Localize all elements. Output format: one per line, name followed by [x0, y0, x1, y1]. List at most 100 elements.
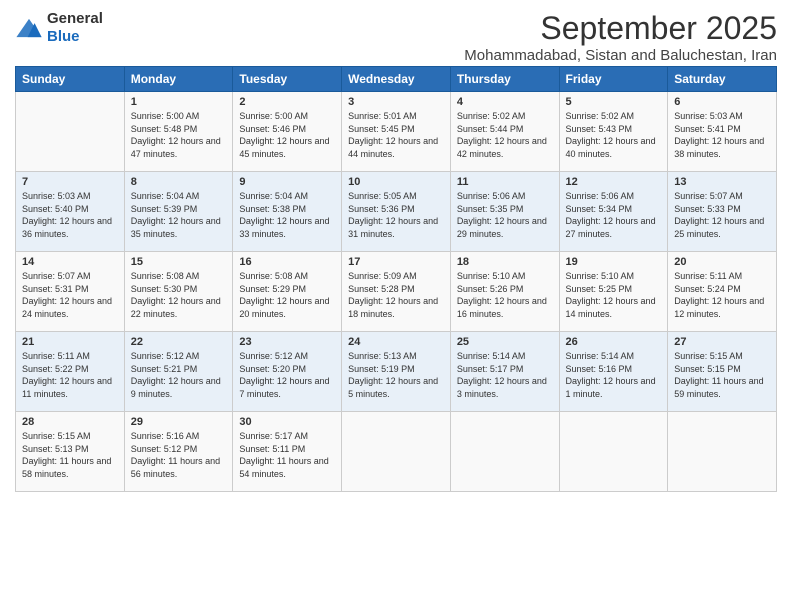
day-info: Sunrise: 5:14 AMSunset: 5:16 PMDaylight:… — [566, 350, 662, 400]
calendar-week-1: 7 Sunrise: 5:03 AMSunset: 5:40 PMDaylight… — [16, 172, 777, 252]
day-info: Sunrise: 5:02 AMSunset: 5:43 PMDaylight:… — [566, 110, 662, 160]
logo: General Blue — [15, 10, 103, 46]
day-number: 5 — [566, 96, 662, 108]
day-info: Sunrise: 5:04 AMSunset: 5:38 PMDaylight:… — [239, 190, 335, 240]
calendar-cell: 16 Sunrise: 5:08 AMSunset: 5:29 PMDayligh… — [233, 252, 342, 332]
day-number: 6 — [674, 96, 770, 108]
calendar-week-4: 28Sunrise: 5:15 AMSunset: 5:13 PMDayligh… — [16, 412, 777, 492]
col-tuesday: Tuesday — [233, 67, 342, 92]
calendar-cell: 7 Sunrise: 5:03 AMSunset: 5:40 PMDaylight… — [16, 172, 125, 252]
day-number: 19 — [566, 256, 662, 268]
calendar-cell: 4 Sunrise: 5:02 AMSunset: 5:44 PMDaylight… — [450, 92, 559, 172]
day-number: 16 — [239, 256, 335, 268]
day-number: 3 — [348, 96, 444, 108]
day-number: 29 — [131, 416, 227, 428]
calendar-cell: 19 Sunrise: 5:10 AMSunset: 5:25 PMDayligh… — [559, 252, 668, 332]
day-number: 9 — [239, 176, 335, 188]
day-number: 10 — [348, 176, 444, 188]
calendar-cell: 12Sunrise: 5:06 AMSunset: 5:34 PMDayligh… — [559, 172, 668, 252]
day-info: Sunrise: 5:12 AMSunset: 5:20 PMDaylight:… — [239, 350, 335, 400]
calendar-cell: 24Sunrise: 5:13 AMSunset: 5:19 PMDayligh… — [342, 332, 451, 412]
calendar-cell: 28Sunrise: 5:15 AMSunset: 5:13 PMDayligh… — [16, 412, 125, 492]
col-monday: Monday — [124, 67, 233, 92]
day-info: Sunrise: 5:01 AMSunset: 5:45 PMDaylight:… — [348, 110, 444, 160]
calendar-cell: 6 Sunrise: 5:03 AMSunset: 5:41 PMDaylight… — [668, 92, 777, 172]
day-info: Sunrise: 5:10 AMSunset: 5:25 PMDaylight:… — [566, 270, 662, 320]
calendar-week-3: 21 Sunrise: 5:11 AMSunset: 5:22 PMDayligh… — [16, 332, 777, 412]
calendar-cell: 1Sunrise: 5:00 AMSunset: 5:48 PMDaylight… — [124, 92, 233, 172]
day-number: 11 — [457, 176, 553, 188]
day-info: Sunrise: 5:02 AMSunset: 5:44 PMDaylight:… — [457, 110, 553, 160]
day-number: 24 — [348, 336, 444, 348]
logo-text: General Blue — [47, 10, 103, 46]
day-info: Sunrise: 5:03 AMSunset: 5:41 PMDaylight:… — [674, 110, 770, 160]
logo-blue: Blue — [47, 28, 80, 45]
calendar-cell: 18 Sunrise: 5:10 AMSunset: 5:26 PMDayligh… — [450, 252, 559, 332]
day-info: Sunrise: 5:10 AMSunset: 5:26 PMDaylight:… — [457, 270, 553, 320]
calendar-table: Sunday Monday Tuesday Wednesday Thursday… — [15, 66, 777, 492]
calendar-cell — [450, 412, 559, 492]
day-info: Sunrise: 5:11 AMSunset: 5:24 PMDaylight:… — [674, 270, 770, 320]
day-info: Sunrise: 5:11 AMSunset: 5:22 PMDaylight:… — [22, 350, 118, 400]
day-info: Sunrise: 5:05 AMSunset: 5:36 PMDaylight:… — [348, 190, 444, 240]
calendar-cell: 10 Sunrise: 5:05 AMSunset: 5:36 PMDayligh… — [342, 172, 451, 252]
day-info: Sunrise: 5:17 AMSunset: 5:11 PMDaylight:… — [239, 430, 335, 480]
calendar-cell: 22 Sunrise: 5:12 AMSunset: 5:21 PMDayligh… — [124, 332, 233, 412]
calendar-cell: 27 Sunrise: 5:15 AMSunset: 5:15 PMDayligh… — [668, 332, 777, 412]
day-number: 12 — [566, 176, 662, 188]
day-number: 22 — [131, 336, 227, 348]
col-thursday: Thursday — [450, 67, 559, 92]
day-info: Sunrise: 5:08 AMSunset: 5:30 PMDaylight:… — [131, 270, 227, 320]
calendar-cell — [342, 412, 451, 492]
logo-general: General — [47, 10, 103, 27]
calendar-cell: 25 Sunrise: 5:14 AMSunset: 5:17 PMDayligh… — [450, 332, 559, 412]
calendar-cell — [16, 92, 125, 172]
day-info: Sunrise: 5:12 AMSunset: 5:21 PMDaylight:… — [131, 350, 227, 400]
col-wednesday: Wednesday — [342, 67, 451, 92]
day-number: 8 — [131, 176, 227, 188]
calendar-cell: 9 Sunrise: 5:04 AMSunset: 5:38 PMDaylight… — [233, 172, 342, 252]
day-info: Sunrise: 5:15 AMSunset: 5:15 PMDaylight:… — [674, 350, 770, 400]
day-number: 14 — [22, 256, 118, 268]
day-number: 26 — [566, 336, 662, 348]
calendar-cell — [559, 412, 668, 492]
day-number: 18 — [457, 256, 553, 268]
col-sunday: Sunday — [16, 67, 125, 92]
day-number: 13 — [674, 176, 770, 188]
day-number: 25 — [457, 336, 553, 348]
logo-icon — [15, 17, 43, 39]
calendar-cell: 14 Sunrise: 5:07 AMSunset: 5:31 PMDayligh… — [16, 252, 125, 332]
calendar-week-2: 14 Sunrise: 5:07 AMSunset: 5:31 PMDayligh… — [16, 252, 777, 332]
day-info: Sunrise: 5:00 AMSunset: 5:48 PMDaylight:… — [131, 110, 227, 160]
day-number: 2 — [239, 96, 335, 108]
calendar-cell: 8 Sunrise: 5:04 AMSunset: 5:39 PMDaylight… — [124, 172, 233, 252]
day-info: Sunrise: 5:14 AMSunset: 5:17 PMDaylight:… — [457, 350, 553, 400]
day-info: Sunrise: 5:04 AMSunset: 5:39 PMDaylight:… — [131, 190, 227, 240]
day-number: 7 — [22, 176, 118, 188]
title-area: September 2025 Mohammadabad, Sistan and … — [464, 10, 777, 64]
day-info: Sunrise: 5:03 AMSunset: 5:40 PMDaylight:… — [22, 190, 118, 240]
calendar-cell: 2 Sunrise: 5:00 AMSunset: 5:46 PMDaylight… — [233, 92, 342, 172]
day-number: 28 — [22, 416, 118, 428]
day-number: 21 — [22, 336, 118, 348]
day-number: 4 — [457, 96, 553, 108]
calendar-cell: 11 Sunrise: 5:06 AMSunset: 5:35 PMDayligh… — [450, 172, 559, 252]
day-number: 27 — [674, 336, 770, 348]
calendar-cell: 29Sunrise: 5:16 AMSunset: 5:12 PMDayligh… — [124, 412, 233, 492]
day-info: Sunrise: 5:08 AMSunset: 5:29 PMDaylight:… — [239, 270, 335, 320]
day-info: Sunrise: 5:06 AMSunset: 5:35 PMDaylight:… — [457, 190, 553, 240]
header: General Blue September 2025 Mohammadabad… — [15, 10, 777, 64]
calendar-cell: 17Sunrise: 5:09 AMSunset: 5:28 PMDayligh… — [342, 252, 451, 332]
col-saturday: Saturday — [668, 67, 777, 92]
calendar-cell — [668, 412, 777, 492]
day-info: Sunrise: 5:07 AMSunset: 5:31 PMDaylight:… — [22, 270, 118, 320]
day-info: Sunrise: 5:00 AMSunset: 5:46 PMDaylight:… — [239, 110, 335, 160]
calendar-cell: 23Sunrise: 5:12 AMSunset: 5:20 PMDayligh… — [233, 332, 342, 412]
day-number: 17 — [348, 256, 444, 268]
main-container: General Blue September 2025 Mohammadabad… — [0, 0, 792, 502]
calendar-cell: 26 Sunrise: 5:14 AMSunset: 5:16 PMDayligh… — [559, 332, 668, 412]
calendar-cell: 20 Sunrise: 5:11 AMSunset: 5:24 PMDayligh… — [668, 252, 777, 332]
calendar-cell: 3 Sunrise: 5:01 AMSunset: 5:45 PMDaylight… — [342, 92, 451, 172]
calendar-cell: 30Sunrise: 5:17 AMSunset: 5:11 PMDayligh… — [233, 412, 342, 492]
day-number: 20 — [674, 256, 770, 268]
